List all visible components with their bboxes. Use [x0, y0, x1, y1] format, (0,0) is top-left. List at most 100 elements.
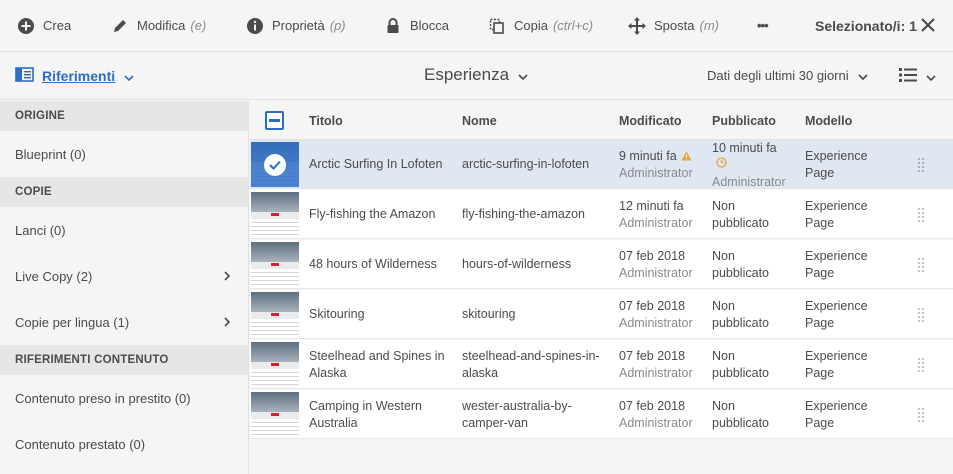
lock-icon [383, 16, 403, 36]
drag-handle-icon[interactable] [918, 358, 924, 372]
page-title[interactable]: Esperienza [424, 65, 528, 85]
more-actions-button[interactable]: ••• [757, 0, 769, 52]
row-template: Experience [805, 149, 868, 163]
edit-button[interactable]: Modifica (e) [110, 0, 206, 52]
row-modified-by: Administrator [619, 166, 693, 180]
pencil-icon [110, 16, 130, 36]
row-name: skitouring [462, 307, 516, 321]
rail-item-launches[interactable]: Lanci (0) [0, 207, 248, 253]
row-modified-time: 07 feb 2018 [619, 299, 686, 313]
chevron-right-icon [224, 269, 231, 284]
row-name: arctic-surfing-in-lofoten [462, 157, 590, 171]
row-template: Experience [805, 299, 868, 313]
page-thumbnail[interactable] [251, 342, 299, 387]
references-rail: ORIGINE Blueprint (0) COPIE Lanci (0) Li… [0, 101, 249, 474]
row-published-status-suffix: pubblicato [712, 316, 769, 330]
chevron-down-icon [518, 65, 528, 85]
drag-handle-icon[interactable] [918, 408, 924, 422]
chevron-down-icon [858, 68, 868, 83]
row-published-status: Non [712, 399, 735, 413]
copy-shortcut: (ctrl+c) [552, 18, 594, 33]
row-name-continued: alaska [462, 366, 499, 380]
copy-label: Copia [514, 18, 548, 33]
row-template-suffix: Page [805, 416, 835, 430]
row-name: wester-australia-by- [462, 399, 572, 413]
rail-selector-label: Riferimenti [42, 68, 116, 84]
page-title-label: Esperienza [424, 65, 510, 84]
more-icon: ••• [757, 18, 769, 33]
close-selection-button[interactable] [918, 16, 938, 36]
rail-item-label: Contenuto prestato (0) [15, 436, 146, 452]
row-template-suffix: Page [805, 166, 835, 180]
row-title: Skitouring [309, 307, 365, 321]
selection-count: Selezionato/i: 1 [815, 18, 917, 34]
date-range-filter[interactable]: Dati degli ultimi 30 giorni [707, 68, 868, 83]
chevron-down-icon [124, 69, 134, 84]
row-published-status: Non [712, 349, 735, 363]
rail-section-origin: ORIGINE [0, 101, 248, 131]
drag-handle-icon[interactable] [918, 158, 924, 172]
move-button[interactable]: Sposta (m) [627, 0, 719, 52]
drag-handle-icon[interactable] [918, 208, 924, 222]
drag-handle-icon[interactable] [918, 308, 924, 322]
row-name: hours-of-wilderness [462, 257, 572, 271]
row-modified-by: Administrator [619, 216, 693, 230]
page-thumbnail[interactable] [251, 142, 299, 187]
table-row[interactable]: Skitouring skitouring 07 feb 2018 Admini… [250, 290, 953, 339]
view-switcher[interactable] [899, 67, 936, 86]
properties-shortcut: (p) [329, 18, 346, 33]
table-row[interactable]: Fly-fishing the Amazon fly-fishing-the-a… [250, 190, 953, 239]
row-published-time: 10 minuti fa [712, 141, 777, 155]
table-header: Titolo Nome Modificato Pubblicato Modell… [250, 101, 953, 140]
move-shortcut: (m) [699, 18, 719, 33]
clock-icon [716, 156, 727, 173]
action-bar: Crea Modifica (e) Proprietà (p) Blocca C… [0, 0, 953, 52]
row-published-status-suffix: pubblicato [712, 216, 769, 230]
edit-label: Modifica [137, 18, 186, 33]
row-published-status: Non [712, 299, 735, 313]
copy-button[interactable]: Copia (ctrl+c) [487, 0, 593, 52]
column-name[interactable]: Nome [462, 114, 497, 128]
column-published[interactable]: Pubblicato [712, 114, 776, 128]
row-published-status-suffix: pubblicato [712, 366, 769, 380]
table-row[interactable]: 48 hours of Wilderness hours-of-wilderne… [250, 240, 953, 289]
rail-item-lent-content[interactable]: Contenuto prestato (0) [0, 421, 248, 467]
row-title: 48 hours of Wilderness [309, 257, 437, 271]
row-template: Experience [805, 199, 868, 213]
create-label: Crea [43, 18, 72, 33]
table-row[interactable]: Steelhead and Spines in Alaska steelhead… [250, 340, 953, 389]
rail-item-live-copy[interactable]: Live Copy (2) [0, 253, 248, 299]
move-label: Sposta [654, 18, 695, 33]
page-thumbnail[interactable] [251, 242, 299, 287]
row-template: Experience [805, 399, 868, 413]
column-template[interactable]: Modello [805, 114, 852, 128]
drag-handle-icon[interactable] [918, 258, 924, 272]
select-all-checkbox[interactable] [265, 111, 284, 130]
copy-icon [487, 16, 507, 36]
rail-item-label: Live Copy (2) [15, 268, 93, 284]
rail-section-copies: COPIE [0, 177, 248, 207]
rail-selector[interactable]: Riferimenti [15, 67, 134, 85]
page-thumbnail[interactable] [251, 392, 299, 437]
rail-item-blueprint[interactable]: Blueprint (0) [0, 131, 248, 177]
row-modified-time: 9 minuti fa [619, 149, 677, 163]
row-modified-by: Administrator [619, 416, 693, 430]
lock-label: Blocca [410, 18, 450, 33]
table-row[interactable]: Camping in Western Australia wester-aust… [250, 390, 953, 439]
row-template: Experience [805, 349, 868, 363]
close-icon [921, 17, 935, 35]
column-modified[interactable]: Modificato [619, 114, 682, 128]
rail-item-language-copies[interactable]: Copie per lingua (1) [0, 299, 248, 345]
row-title: Camping in Western [309, 399, 423, 413]
rail-item-label: Copie per lingua (1) [15, 314, 130, 330]
lock-button[interactable]: Blocca [383, 0, 449, 52]
table-row[interactable]: Arctic Surfing In Lofoten arctic-surfing… [250, 140, 953, 189]
properties-button[interactable]: Proprietà (p) [245, 0, 346, 52]
row-published-status: Non [712, 249, 735, 263]
page-thumbnail[interactable] [251, 192, 299, 237]
row-title-continued: Alaska [309, 366, 347, 380]
create-button[interactable]: Crea [16, 0, 71, 52]
column-title[interactable]: Titolo [309, 114, 343, 128]
page-thumbnail[interactable] [251, 292, 299, 337]
rail-item-borrowed-content[interactable]: Contenuto preso in prestito (0) [0, 375, 248, 421]
